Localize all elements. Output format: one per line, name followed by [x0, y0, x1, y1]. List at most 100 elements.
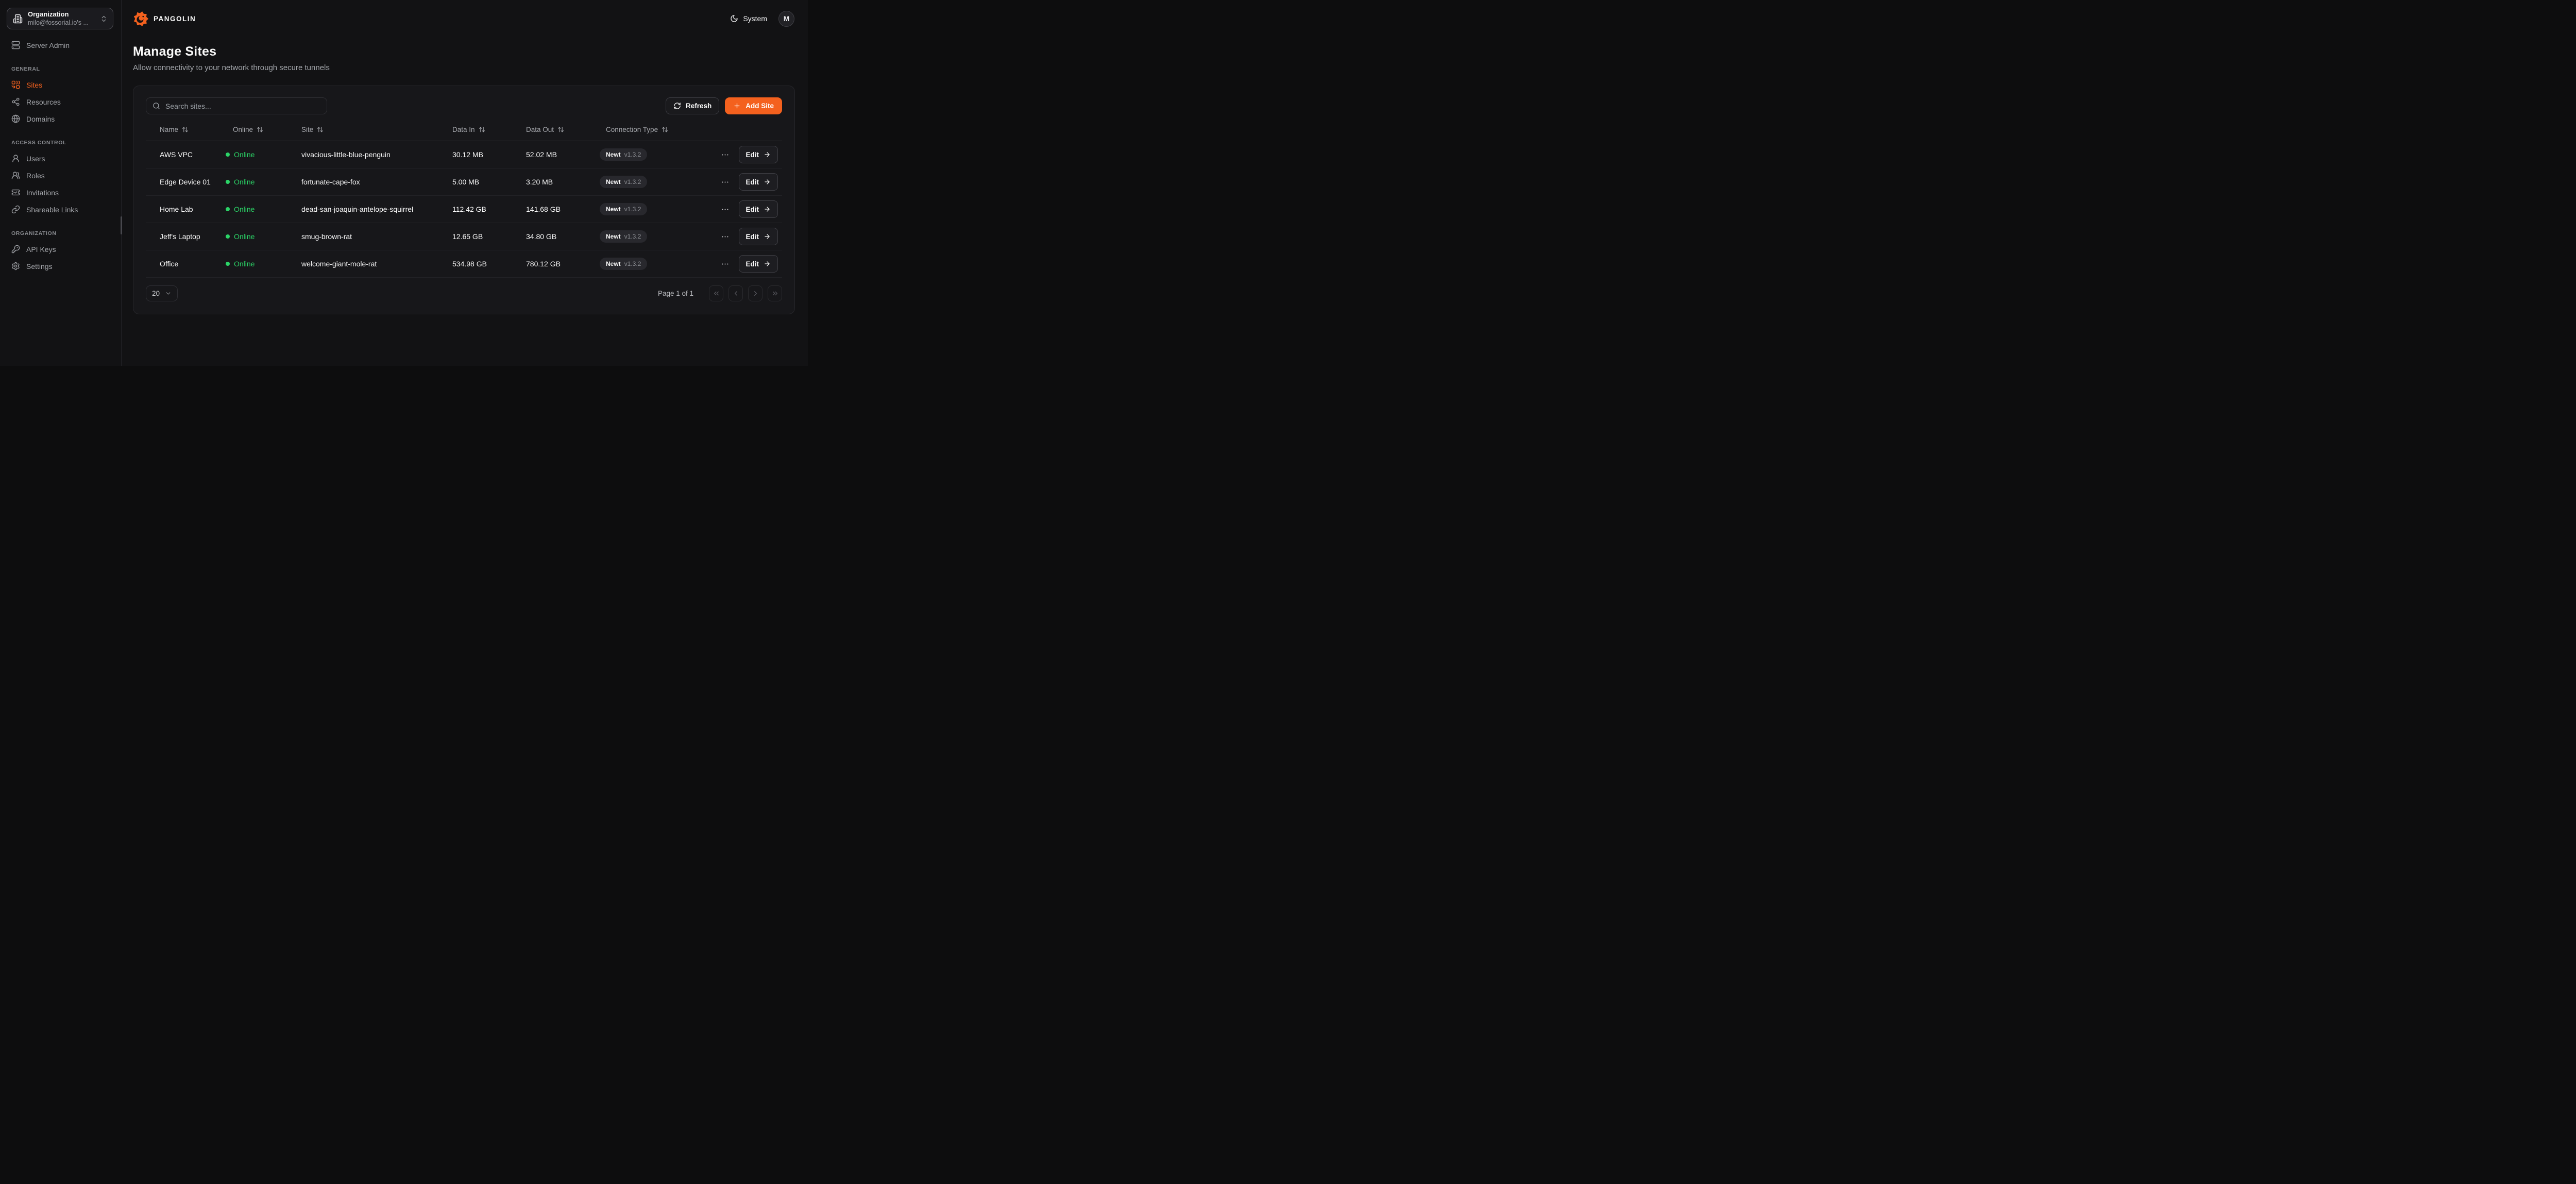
- sidebar-item-settings[interactable]: Settings: [7, 258, 114, 275]
- sidebar-item-shareable-links[interactable]: Shareable Links: [7, 201, 114, 218]
- data-in-value: 12.65 GB: [452, 232, 526, 241]
- user-avatar[interactable]: M: [778, 11, 794, 27]
- row-menu-button[interactable]: [720, 177, 731, 188]
- first-page-button[interactable]: [709, 285, 723, 301]
- page-subtitle: Allow connectivity to your network throu…: [133, 63, 795, 72]
- site-slug: welcome-giant-mole-rat: [301, 260, 452, 268]
- organization-selector-label: Organization: [28, 10, 95, 19]
- data-out-value: 3.20 MB: [526, 178, 606, 186]
- column-header-site[interactable]: Site: [301, 126, 452, 133]
- sort-icon: [257, 126, 263, 133]
- connection-type-badge: Newtv1.3.2: [600, 148, 647, 161]
- share-icon: [11, 97, 20, 106]
- sidebar-section-organization: ORGANIZATION: [7, 230, 114, 236]
- edit-button[interactable]: Edit: [739, 173, 778, 191]
- pangolin-logo-icon: [133, 11, 149, 27]
- status-badge: Online: [226, 150, 301, 159]
- sidebar-item-label: Roles: [26, 172, 45, 180]
- refresh-button[interactable]: Refresh: [666, 97, 719, 114]
- moon-icon: [730, 14, 738, 23]
- data-in-value: 112.42 GB: [452, 205, 526, 213]
- next-page-button[interactable]: [748, 285, 762, 301]
- chevrons-left-icon: [713, 290, 720, 297]
- site-slug: vivacious-little-blue-penguin: [301, 150, 452, 159]
- page-content: Manage Sites Allow connectivity to your …: [122, 37, 808, 314]
- add-site-button-label: Add Site: [745, 102, 774, 110]
- ellipsis-icon: [721, 205, 730, 214]
- sidebar-item-users[interactable]: Users: [7, 150, 114, 167]
- sidebar-scrollbar-thumb[interactable]: [121, 216, 122, 234]
- search-box: [146, 97, 327, 114]
- sidebar-item-resources[interactable]: Resources: [7, 93, 114, 110]
- chevron-right-icon: [752, 290, 759, 297]
- edit-button[interactable]: Edit: [739, 146, 778, 163]
- sidebar-item-api-keys[interactable]: API Keys: [7, 241, 114, 258]
- main-area: PANGOLIN System M Manage Sites Allow con…: [122, 0, 808, 366]
- sort-icon: [182, 126, 189, 133]
- users-icon: [11, 171, 20, 180]
- brand-logo[interactable]: PANGOLIN: [133, 11, 196, 27]
- add-site-button[interactable]: Add Site: [725, 97, 782, 114]
- sidebar-item-label: Invitations: [26, 189, 59, 197]
- column-header-online[interactable]: Online: [233, 126, 301, 133]
- row-menu-button[interactable]: [720, 149, 731, 160]
- page-size-value: 20: [152, 290, 160, 297]
- refresh-button-label: Refresh: [686, 102, 711, 110]
- edit-button[interactable]: Edit: [739, 255, 778, 273]
- table-row: Office Online welcome-giant-mole-rat 534…: [146, 250, 782, 278]
- previous-page-button[interactable]: [728, 285, 743, 301]
- sidebar-item-roles[interactable]: Roles: [7, 167, 114, 184]
- edit-button[interactable]: Edit: [739, 200, 778, 218]
- sidebar-item-invitations[interactable]: Invitations: [7, 184, 114, 201]
- column-header-data-out[interactable]: Data Out: [526, 126, 606, 133]
- sidebar-item-label: Sites: [26, 81, 42, 89]
- sidebar-section-general: GENERAL: [7, 66, 114, 72]
- connection-type-badge: Newtv1.3.2: [600, 258, 647, 270]
- theme-toggle-label: System: [743, 14, 767, 23]
- sites-icon: [11, 80, 20, 89]
- data-out-value: 52.02 MB: [526, 150, 606, 159]
- building-icon: [13, 14, 23, 24]
- organization-selector[interactable]: Organization milo@fossorial.io's ...: [7, 8, 113, 29]
- table-row: Home Lab Online dead-san-joaquin-antelop…: [146, 196, 782, 223]
- site-name: Office: [160, 260, 226, 268]
- link-icon: [11, 205, 20, 214]
- site-name: AWS VPC: [160, 150, 226, 159]
- sidebar-item-label: Shareable Links: [26, 206, 78, 214]
- column-header-data-in[interactable]: Data In: [452, 126, 526, 133]
- row-menu-button[interactable]: [720, 231, 731, 242]
- row-menu-button[interactable]: [720, 259, 731, 269]
- arrow-right-icon: [764, 233, 771, 240]
- page-title: Manage Sites: [133, 44, 795, 59]
- sort-icon: [557, 126, 564, 133]
- column-header-connection-type[interactable]: Connection Type: [606, 126, 709, 133]
- last-page-button[interactable]: [768, 285, 782, 301]
- row-menu-button[interactable]: [720, 204, 731, 215]
- theme-toggle[interactable]: System: [730, 14, 767, 23]
- page-size-select[interactable]: 20: [146, 285, 178, 301]
- data-out-value: 141.68 GB: [526, 205, 606, 213]
- online-dot-icon: [226, 234, 230, 239]
- plus-icon: [733, 102, 741, 110]
- search-input[interactable]: [165, 102, 320, 110]
- ellipsis-icon: [721, 150, 730, 159]
- sidebar-nav: Server Admin GENERAL Sites Resources Dom…: [7, 37, 114, 275]
- ellipsis-icon: [721, 260, 730, 268]
- sidebar-item-domains[interactable]: Domains: [7, 110, 114, 127]
- table-row: Jeff's Laptop Online smug-brown-rat 12.6…: [146, 223, 782, 250]
- edit-button[interactable]: Edit: [739, 228, 778, 245]
- sidebar-item-label: Server Admin: [26, 41, 70, 49]
- table-row: Edge Device 01 Online fortunate-cape-fox…: [146, 168, 782, 196]
- connection-type-badge: Newtv1.3.2: [600, 203, 647, 215]
- online-dot-icon: [226, 180, 230, 184]
- sidebar: Organization milo@fossorial.io's ... Ser…: [0, 0, 122, 366]
- column-header-name[interactable]: Name: [160, 126, 226, 133]
- ellipsis-icon: [721, 178, 730, 187]
- search-icon: [152, 102, 160, 110]
- chevron-left-icon: [732, 290, 740, 297]
- sidebar-item-sites[interactable]: Sites: [7, 76, 114, 93]
- arrow-right-icon: [764, 260, 771, 267]
- status-badge: Online: [226, 232, 301, 241]
- table-header-row: Name Online Site Data In: [146, 119, 782, 141]
- sidebar-item-server-admin[interactable]: Server Admin: [7, 37, 114, 54]
